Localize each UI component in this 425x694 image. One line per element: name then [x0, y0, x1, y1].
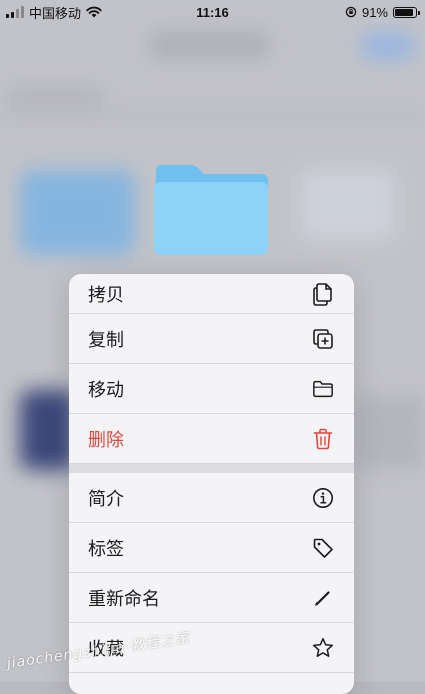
menu-item-delete[interactable]: 删除 [69, 414, 354, 464]
duplicate-icon [312, 328, 334, 350]
trash-icon [312, 428, 334, 450]
tag-icon [312, 537, 334, 559]
blurred-folder-thumbnail [20, 170, 135, 255]
menu-item-label: 删除 [88, 429, 124, 451]
menu-item-label: 拷贝 [88, 284, 124, 306]
clock: 11:16 [196, 4, 229, 20]
blurred-file-thumbnail-2 [350, 395, 425, 470]
menu-item-label: 简介 [88, 488, 124, 510]
folder-icon [312, 378, 334, 400]
info-icon [312, 487, 334, 509]
menu-item-label: 复制 [88, 329, 124, 351]
blurred-action-button [360, 32, 415, 60]
menu-item-tags[interactable]: 标签 [69, 523, 354, 573]
blurred-title [150, 30, 270, 60]
blurred-sort-label [5, 88, 105, 106]
pencil-icon [312, 587, 334, 609]
wifi-icon [86, 6, 102, 18]
menu-item-rename[interactable]: 重新命名 [69, 573, 354, 623]
blurred-file-thumbnail [300, 170, 395, 240]
menu-item-duplicate[interactable]: 复制 [69, 314, 354, 364]
menu-item-move[interactable]: 移动 [69, 364, 354, 414]
status-bar: 中国移动 11:16 91% [0, 0, 425, 24]
menu-item-label: 移动 [88, 379, 124, 401]
context-menu: 拷贝 复制 移动 删除 简介 标签 重新命名 收藏 [69, 274, 354, 694]
copy-icon [312, 282, 334, 306]
blurred-search-bar [0, 110, 425, 120]
menu-section-separator [69, 464, 354, 473]
menu-item-label: 标签 [88, 538, 124, 560]
star-icon [312, 637, 334, 659]
menu-item-label: 重新命名 [88, 588, 160, 610]
orientation-lock-icon [345, 6, 357, 18]
folder-preview-icon [154, 165, 268, 255]
battery-percentage: 91% [361, 4, 388, 20]
blurred-image-thumbnail [20, 390, 75, 470]
menu-item-info[interactable]: 简介 [69, 473, 354, 523]
battery-icon [393, 6, 420, 18]
menu-item-copy[interactable]: 拷贝 [69, 274, 354, 314]
carrier-label: 中国移动 [29, 5, 82, 21]
signal-strength-icon [6, 6, 24, 18]
